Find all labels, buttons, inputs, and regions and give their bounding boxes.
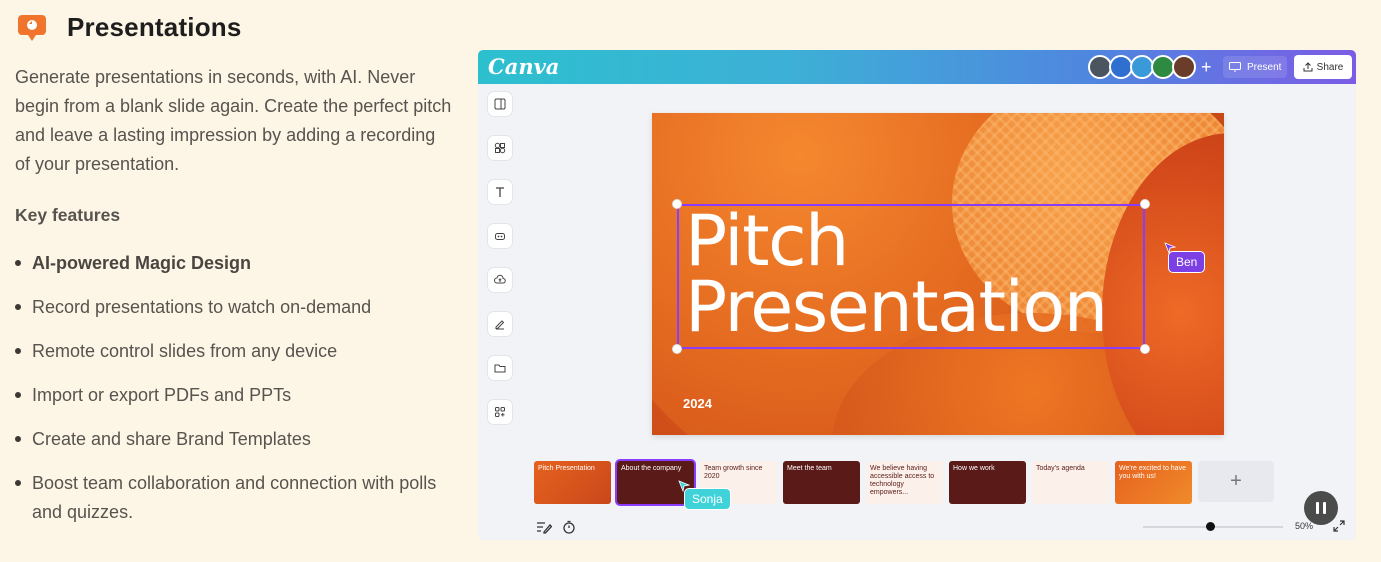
slide-thumbnail[interactable]: We believe having accessible access to t… [866,461,943,504]
side-toolbar [488,92,512,444]
pause-button[interactable] [1304,491,1338,525]
fullscreen-icon[interactable] [1333,520,1345,532]
resize-handle[interactable] [672,199,682,209]
notes-icon[interactable] [536,520,552,534]
selection-box[interactable] [677,204,1145,349]
description: Generate presentations in seconds, with … [15,67,452,174]
resize-handle[interactable] [1140,344,1150,354]
feature-item: Remote control slides from any device [15,337,455,366]
present-label: Present [1247,61,1282,73]
share-button[interactable]: Share [1294,55,1352,79]
feature-item: AI-powered Magic Design [15,249,455,278]
text-icon [496,187,504,197]
upload-tool-button[interactable] [488,268,512,292]
page-title: Presentations [67,11,242,42]
apps-grid-icon [495,407,505,417]
collaborator-cursor-label: Ben [1168,251,1206,273]
slide-year[interactable]: 2024 [683,396,712,411]
cloud-upload-icon [494,274,506,284]
feature-item: Create and share Brand Templates [15,425,455,454]
avatar[interactable] [1172,55,1196,79]
section-header: Presentations [16,11,242,43]
present-icon [1229,62,1241,72]
key-features-list: AI-powered Magic Design Record presentat… [15,249,455,542]
pause-icon [1316,502,1319,514]
canva-logo[interactable]: Canva [488,54,559,79]
zoom-level[interactable]: 50% [1295,521,1313,531]
share-label: Share [1316,61,1344,73]
bottom-tools [536,520,586,534]
feature-item: Import or export PDFs and PPTs [15,381,455,410]
elements-tool-button[interactable] [488,136,512,160]
add-page-button[interactable]: + [1198,461,1274,502]
slide-canvas[interactable]: Pitch Presentation 2024 [652,113,1224,435]
collaborator-avatars: + [1088,55,1212,79]
pause-icon [1323,502,1326,514]
slide-thumbnail[interactable]: Meet the team [783,461,860,504]
feature-item: Boost team collaboration and connection … [15,469,455,527]
projects-tool-button[interactable] [488,356,512,380]
key-features-title: Key features [15,205,121,225]
share-icon [1303,62,1313,72]
slide-thumbnail[interactable]: Today's agenda [1032,461,1109,504]
text-tool-button[interactable] [488,180,512,204]
zoom-slider-handle[interactable] [1206,522,1215,531]
collaborator-cursor-label: Sonja [684,488,731,510]
slide-thumbnail[interactable]: We're excited to have you with us! [1115,461,1192,504]
elements-icon [494,142,506,154]
robot-icon [495,233,505,240]
layout-icon [494,98,506,110]
apps-tool-button[interactable] [488,224,512,248]
design-tool-button[interactable] [488,92,512,116]
add-collaborator-button[interactable]: + [1201,55,1212,79]
slide-thumbnail[interactable]: Pitch Presentation [534,461,611,504]
feature-item: Record presentations to watch on-demand [15,293,455,322]
page-thumbnails: Pitch Presentation About the company Tea… [534,461,1274,504]
present-button[interactable]: Present [1223,56,1288,78]
top-bar: Canva + Present Share [478,50,1356,84]
timer-icon[interactable] [562,520,576,534]
folder-icon [494,364,506,373]
canva-editor: Canva + Present Share Pitch Presentation… [478,50,1356,540]
more-apps-button[interactable] [488,400,512,424]
resize-handle[interactable] [1140,199,1150,209]
resize-handle[interactable] [672,344,682,354]
pen-icon [495,320,505,330]
presentation-chat-icon [18,15,46,41]
draw-tool-button[interactable] [488,312,512,336]
slide-thumbnail[interactable]: How we work [949,461,1026,504]
